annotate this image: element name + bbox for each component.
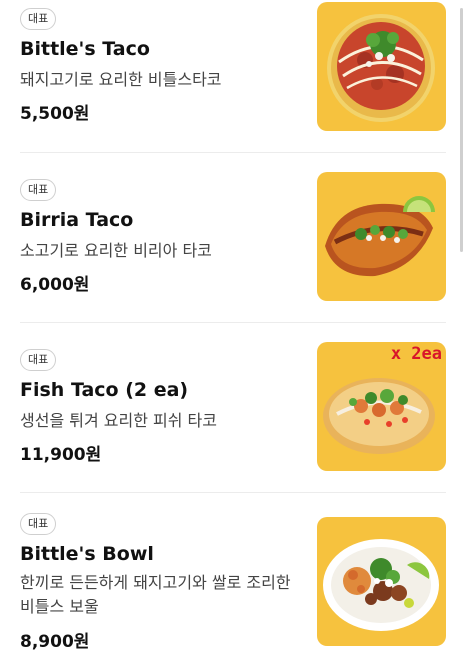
- taco-photo-icon[interactable]: [317, 2, 446, 131]
- item-name: Bittle's Taco: [20, 38, 150, 60]
- rice-bowl-illustration: [323, 539, 439, 631]
- signature-badge: 대표: [20, 179, 57, 201]
- birria-taco-illustration: [325, 196, 435, 277]
- menu-item-bittles-bowl[interactable]: 대표 Bittle's Bowl 한끼로 든든하게 돼지고기와 쌀로 조리한 비…: [0, 493, 466, 657]
- menu-item-bittles-taco[interactable]: 대표 Bittle's Taco 돼지고기로 요리한 비틀스타코 5,500원: [0, 0, 466, 152]
- item-name: Bittle's Bowl: [20, 543, 154, 565]
- item-price: 6,000원: [20, 275, 90, 295]
- fish-taco-photo-icon[interactable]: x 2ea: [317, 342, 446, 471]
- scrollbar[interactable]: [460, 8, 463, 252]
- item-description: 한끼로 든든하게 돼지고기와 쌀로 조리한 비틀스 보울: [20, 573, 291, 616]
- signature-badge: 대표: [20, 8, 57, 30]
- item-description: 돼지고기로 요리한 비틀스타코: [20, 70, 222, 89]
- menu-item-fish-taco[interactable]: 대표 Fish Taco (2 ea) 생선을 튀겨 요리한 피쉬 타코 11,…: [0, 323, 466, 493]
- item-name: Birria Taco: [20, 209, 134, 231]
- item-description: 생선을 튀겨 요리한 피쉬 타코: [20, 411, 217, 430]
- signature-badge: 대표: [20, 349, 57, 371]
- quantity-tag: x 2ea: [390, 344, 442, 364]
- item-description: 소고기로 요리한 비리아 타코: [20, 241, 212, 260]
- item-price: 8,900원: [20, 632, 90, 652]
- item-price: 5,500원: [20, 104, 90, 124]
- rice-bowl-photo-icon[interactable]: [317, 517, 446, 646]
- menu-item-birria-taco[interactable]: 대표 Birria Taco 소고기로 요리한 비리아 타코 6,000원: [0, 153, 466, 322]
- taco-illustration: [327, 14, 435, 122]
- birria-taco-photo-icon[interactable]: [317, 172, 446, 301]
- item-price: 11,900원: [20, 445, 102, 465]
- item-name: Fish Taco (2 ea): [20, 379, 189, 401]
- signature-badge: 대표: [20, 513, 57, 535]
